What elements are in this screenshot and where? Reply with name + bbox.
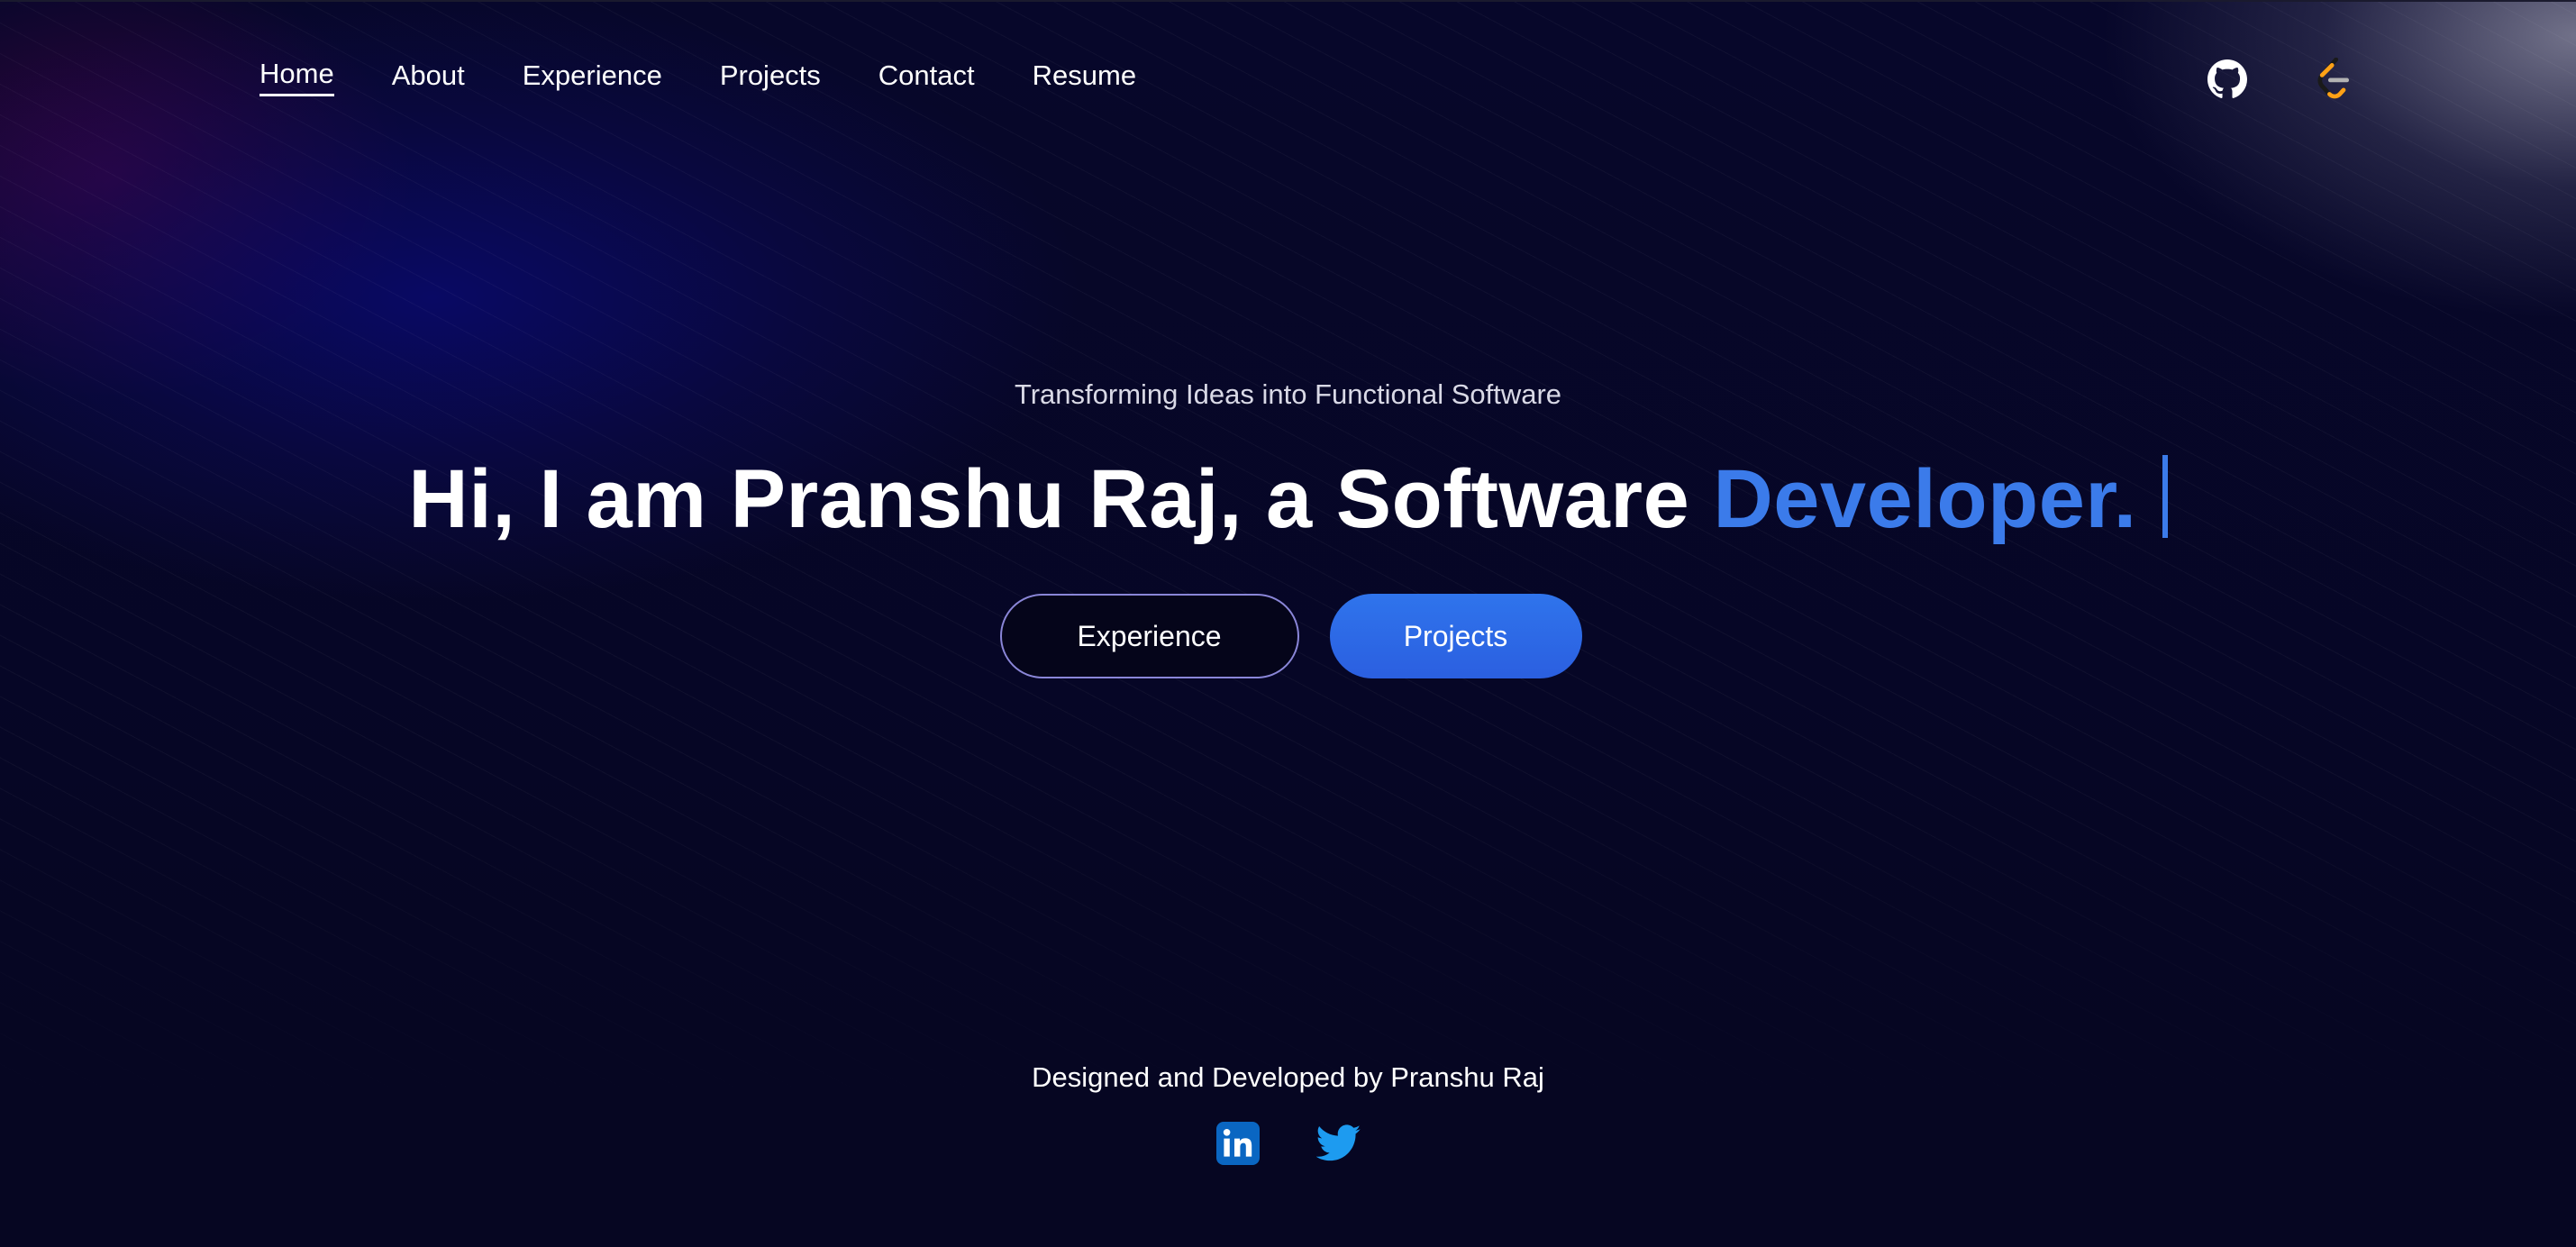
nav-link-contact[interactable]: Contact xyxy=(878,59,975,96)
footer: Designed and Developed by Pranshu Raj xyxy=(0,1061,2576,1166)
twitter-icon[interactable] xyxy=(1315,1121,1361,1166)
projects-button[interactable]: Projects xyxy=(1329,594,1582,678)
experience-button[interactable]: Experience xyxy=(999,594,1299,678)
nav-link-experience[interactable]: Experience xyxy=(523,59,662,96)
social-links xyxy=(0,1121,2576,1166)
portfolio-page: Home About Experience Projects Contact R… xyxy=(0,0,2576,1247)
hero-section: Transforming Ideas into Functional Softw… xyxy=(0,378,2576,678)
main-nav: Home About Experience Projects Contact R… xyxy=(259,58,1136,96)
linkedin-icon[interactable] xyxy=(1215,1121,1261,1166)
leetcode-icon[interactable] xyxy=(2312,58,2355,101)
nav-link-projects[interactable]: Projects xyxy=(720,59,821,96)
typing-caret xyxy=(2162,455,2168,538)
footer-credit: Designed and Developed by Pranshu Raj xyxy=(1032,1061,1544,1093)
cta-row: Experience Projects xyxy=(0,594,2576,678)
headline-accent-word: Developer. xyxy=(1713,453,2137,545)
nav-link-resume[interactable]: Resume xyxy=(1033,59,1136,96)
hero-tagline: Transforming Ideas into Functional Softw… xyxy=(1014,378,1562,410)
headline-text: Hi, I am Pranshu Raj, a Software xyxy=(408,453,1714,545)
nav-icons xyxy=(2206,58,2355,101)
hero-headline: Hi, I am Pranshu Raj, a Software Develop… xyxy=(0,452,2576,547)
top-border xyxy=(0,0,2576,2)
bottom-fade xyxy=(0,778,2576,1247)
nav-link-home[interactable]: Home xyxy=(259,58,334,96)
nav-link-about[interactable]: About xyxy=(392,59,465,96)
github-icon[interactable] xyxy=(2206,58,2249,101)
